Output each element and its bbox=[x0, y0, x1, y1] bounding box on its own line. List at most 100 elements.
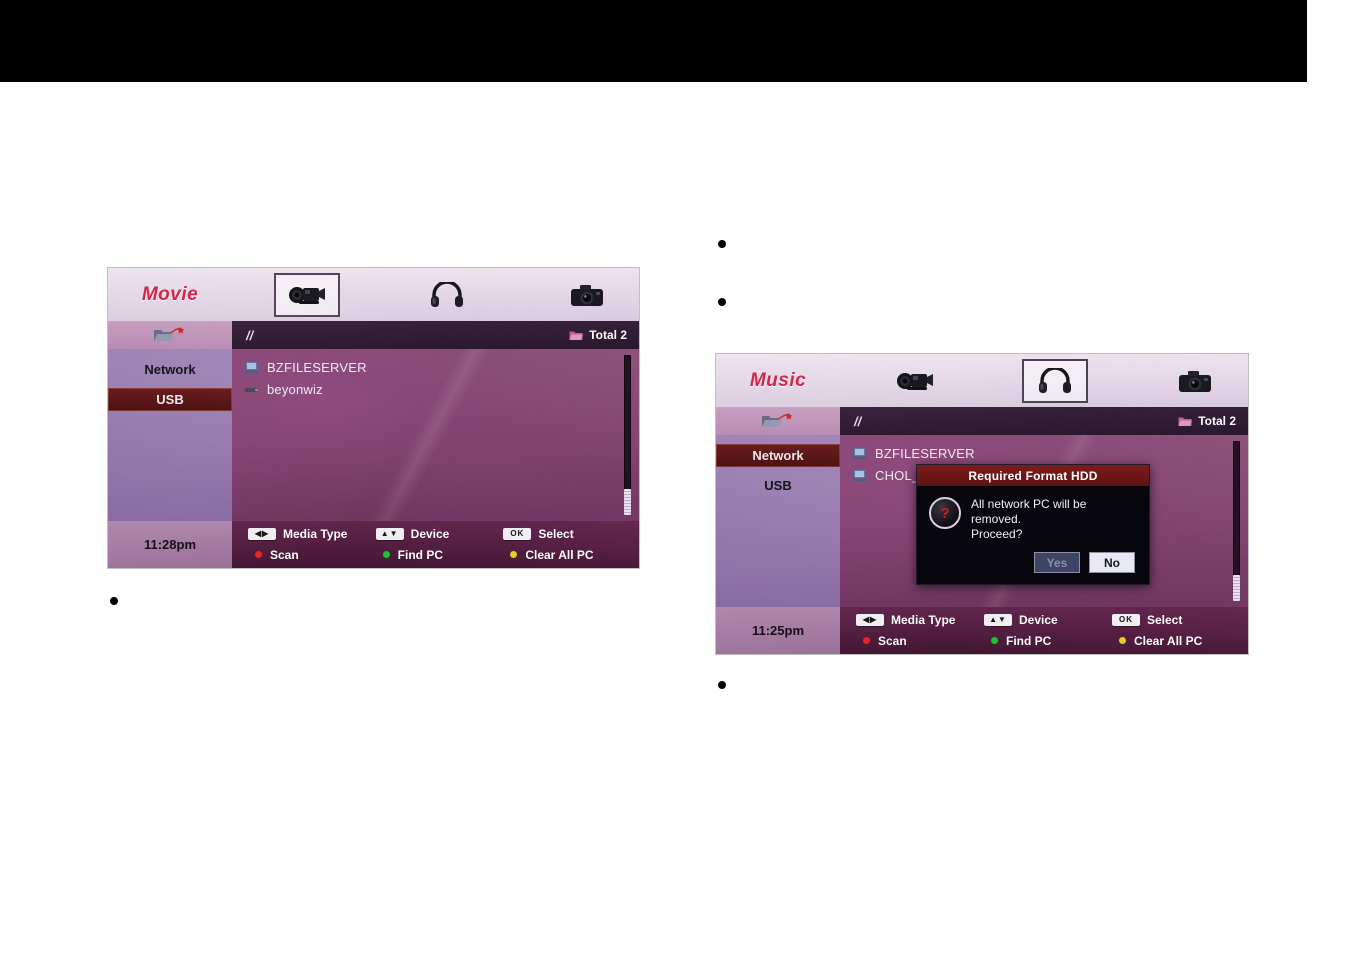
breadcrumb-total-1: Total 2 bbox=[569, 328, 627, 342]
device-sidebar-1: Network USB bbox=[108, 349, 232, 521]
hint-select-2[interactable]: OK Select bbox=[1112, 613, 1240, 627]
hint-media-type-2[interactable]: ◀▶ Media Type bbox=[856, 613, 984, 627]
tab-music-1[interactable] bbox=[414, 273, 480, 317]
hint-scan-2[interactable]: Scan bbox=[856, 634, 984, 648]
tab-music-2[interactable] bbox=[1022, 358, 1088, 403]
hint-clear-all-pc-2[interactable]: Clear All PC bbox=[1112, 634, 1240, 648]
list-item[interactable]: beyonwiz bbox=[244, 379, 639, 399]
list-scrollbar-2[interactable] bbox=[1233, 441, 1240, 601]
sidebar-item-label: USB bbox=[156, 392, 184, 407]
hint-label: Clear All PC bbox=[1134, 633, 1203, 648]
dialog-message-line1: All network PC will be removed. bbox=[971, 497, 1087, 526]
yellow-dot-icon bbox=[510, 551, 518, 558]
device-sidebar-2: Network USB bbox=[716, 435, 840, 607]
headphones-icon bbox=[1039, 367, 1071, 393]
yes-button[interactable]: Yes bbox=[1034, 552, 1080, 573]
hint-label: Media Type bbox=[891, 612, 956, 627]
hint-select-1[interactable]: OK Select bbox=[503, 527, 631, 541]
hint-label: Scan bbox=[270, 547, 299, 562]
sidebar-folder-cell-2 bbox=[716, 407, 840, 435]
dialog-message: All network PC will be removed. Proceed? bbox=[971, 497, 1137, 542]
red-dot-icon bbox=[255, 551, 262, 558]
list-item-label: BZFILESERVER bbox=[875, 445, 975, 461]
sidebar-item-network-1[interactable]: Network bbox=[108, 358, 232, 381]
dialog-buttons: Yes No bbox=[917, 548, 1149, 584]
hint-label: Find PC bbox=[1006, 633, 1052, 648]
required-format-hdd-dialog: Required Format HDD ? All network PC wil… bbox=[916, 464, 1150, 585]
list-item[interactable]: BZFILESERVER bbox=[852, 443, 1248, 463]
folder-star-icon bbox=[154, 326, 185, 341]
sidebar-folder-cell-1 bbox=[108, 321, 232, 349]
media-type-tabs-2 bbox=[840, 358, 1248, 403]
key-up-down-icon: ▲▼ bbox=[984, 613, 1012, 626]
dialog-body: ? All network PC will be removed. Procee… bbox=[917, 486, 1149, 548]
sidebar-item-label: Network bbox=[144, 362, 196, 377]
list-item-label: BZFILESERVER bbox=[267, 359, 367, 375]
osd-header-2: Music bbox=[716, 354, 1248, 407]
key-ok-icon: OK bbox=[503, 527, 532, 540]
clock-1: 11:28pm bbox=[108, 521, 232, 568]
hint-device-1[interactable]: ▲▼ Device bbox=[375, 527, 504, 541]
hint-find-pc-2[interactable]: Find PC bbox=[984, 634, 1112, 648]
yellow-dot-icon bbox=[1119, 637, 1126, 644]
breadcrumb-total-2: Total 2 bbox=[1178, 414, 1236, 428]
breadcrumb-path-2: // bbox=[854, 413, 862, 429]
osd-title-2: Music bbox=[749, 369, 807, 391]
sidebar-item-usb-1[interactable]: USB bbox=[108, 388, 232, 411]
breadcrumb-total-label-2: Total 2 bbox=[1198, 414, 1236, 428]
folder-icon bbox=[1178, 417, 1193, 426]
tab-photo-1[interactable] bbox=[554, 273, 620, 317]
hint-device-2[interactable]: ▲▼ Device bbox=[984, 613, 1112, 627]
screenshot-movie-browser: Movie // Total 2 Network USB BZFILESERVE… bbox=[108, 268, 639, 568]
camcorder-icon bbox=[897, 372, 933, 390]
tab-movie-1[interactable] bbox=[274, 272, 340, 317]
sidebar-item-usb-2[interactable]: USB bbox=[716, 474, 840, 497]
hint-clear-all-pc-1[interactable]: Clear All PC bbox=[503, 548, 631, 562]
bullet-marker-right-2 bbox=[718, 298, 726, 306]
breadcrumb-total-label-1: Total 2 bbox=[589, 328, 627, 342]
hint-label: Clear All PC bbox=[525, 547, 594, 562]
osd-header-1: Movie bbox=[108, 268, 639, 321]
hint-grid-1: ◀▶ Media Type ▲▼ Device OK Select Scan F… bbox=[232, 521, 639, 568]
hint-label: Device bbox=[1019, 612, 1058, 627]
list-item[interactable]: BZFILESERVER bbox=[244, 357, 639, 377]
hint-label: Select bbox=[538, 526, 574, 541]
clock-2: 11:25pm bbox=[716, 607, 840, 654]
media-type-tabs-1 bbox=[232, 272, 639, 317]
key-left-right-icon: ◀▶ bbox=[856, 613, 884, 626]
scrollbar-thumb[interactable] bbox=[1233, 575, 1240, 601]
dialog-message-line2: Proceed? bbox=[971, 527, 1023, 541]
sidebar-item-label: Network bbox=[752, 448, 804, 463]
hint-label: Media Type bbox=[283, 526, 348, 541]
device-list-1: BZFILESERVER beyonwiz bbox=[232, 349, 639, 521]
osd-footer-2: 11:25pm ◀▶ Media Type ▲▼ Device OK Selec… bbox=[716, 607, 1248, 654]
bullet-marker-left-1 bbox=[110, 597, 118, 605]
dialog-title: Required Format HDD bbox=[917, 465, 1149, 486]
hint-label: Find PC bbox=[397, 547, 443, 562]
page-top-black-band bbox=[0, 0, 1307, 82]
hint-find-pc-1[interactable]: Find PC bbox=[376, 548, 504, 562]
folder-icon bbox=[569, 331, 584, 340]
list-item-label: beyonwiz bbox=[267, 381, 323, 397]
osd-footer-1: 11:28pm ◀▶ Media Type ▲▼ Device OK Selec… bbox=[108, 521, 639, 568]
scrollbar-thumb[interactable] bbox=[624, 489, 631, 515]
camera-icon bbox=[1179, 370, 1211, 392]
no-button[interactable]: No bbox=[1089, 552, 1135, 573]
tab-movie-2[interactable] bbox=[882, 359, 948, 403]
hint-media-type-1[interactable]: ◀▶ Media Type bbox=[248, 527, 376, 541]
breadcrumb-row-2: // Total 2 bbox=[716, 407, 1248, 435]
red-dot-icon bbox=[863, 637, 870, 644]
usb-drive-icon bbox=[245, 387, 258, 392]
network-pc-icon bbox=[244, 361, 259, 373]
sidebar-item-network-2[interactable]: Network bbox=[716, 444, 840, 467]
camera-icon bbox=[571, 284, 603, 306]
hint-scan-1[interactable]: Scan bbox=[248, 548, 376, 562]
tab-photo-2[interactable] bbox=[1162, 359, 1228, 403]
camcorder-icon bbox=[289, 286, 325, 304]
key-ok-icon: OK bbox=[1112, 613, 1140, 626]
list-scrollbar-1[interactable] bbox=[624, 355, 631, 515]
bullet-marker-right-3 bbox=[718, 681, 726, 689]
osd-body-1: Network USB BZFILESERVER beyonwiz bbox=[108, 349, 639, 521]
osd-title-1: Movie bbox=[141, 283, 199, 305]
hint-label: Scan bbox=[878, 633, 907, 648]
